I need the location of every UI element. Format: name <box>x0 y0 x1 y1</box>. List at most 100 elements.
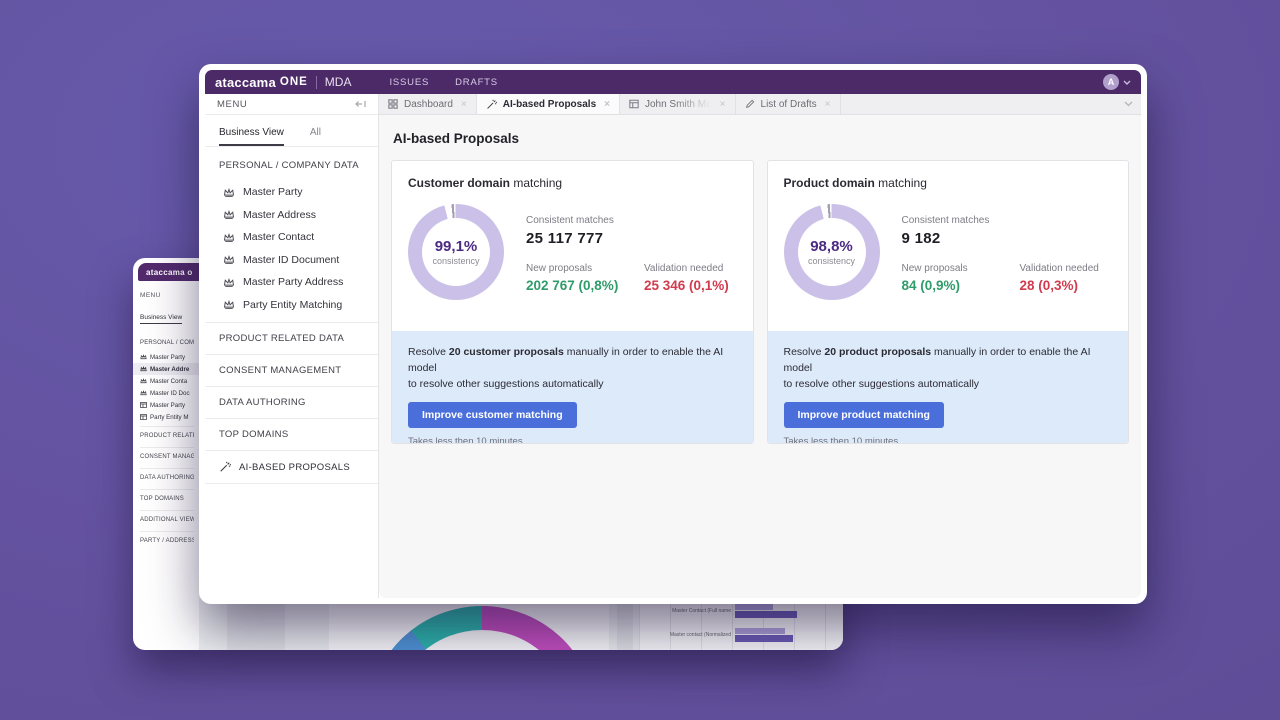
consistency-label: consistency <box>432 256 480 266</box>
validation-needed-label: Validation needed <box>1019 263 1099 274</box>
resolve-text: Resolve 20 product proposals manually in… <box>783 346 1091 390</box>
sidebar-item-master-address[interactable]: Master Address <box>205 204 378 227</box>
crown-icon <box>140 366 147 372</box>
collapse-sidebar-icon[interactable] <box>355 100 366 108</box>
background-dashboard-strip: Master Contact (Full name Master contact… <box>199 598 843 650</box>
grid-icon <box>388 99 398 109</box>
sidebar-item-ai-based-proposals[interactable]: AI-BASED PROPOSALS <box>205 450 378 484</box>
new-proposals-label: New proposals <box>901 263 968 274</box>
sidebar-section-consent-management[interactable]: CONSENT MANAGEMENT <box>205 354 378 386</box>
background-sidebar-item[interactable]: Master Conta <box>140 375 194 387</box>
bar-light <box>735 628 785 634</box>
crown-icon <box>223 187 235 197</box>
crown-icon <box>223 232 235 242</box>
validation-needed-value: 28 (0,3%) <box>1019 278 1079 293</box>
consistency-donut-chart: 98,8% consistency <box>783 204 880 300</box>
background-bar-chart: Master Contact (Full name Master contact… <box>639 598 843 650</box>
sidebar-item-master-contact[interactable]: Master Contact <box>205 226 378 249</box>
close-icon[interactable]: × <box>825 99 831 110</box>
background-sidebar-item[interactable]: Master ID Doc <box>140 387 194 399</box>
module-name: MDA <box>324 75 352 89</box>
close-icon[interactable]: × <box>461 99 467 110</box>
background-section[interactable]: PRODUCT RELATE <box>140 426 194 444</box>
crown-icon <box>223 210 235 219</box>
background-sidebar-item[interactable]: Master Party <box>140 399 194 411</box>
sidebar-section-data-authoring[interactable]: DATA AUTHORING <box>205 386 378 418</box>
tab-dashboard[interactable]: Dashboard × <box>379 94 477 114</box>
customer-domain-card: Customer domain matching 99,1% consisten… <box>391 160 754 444</box>
nav-drafts[interactable]: DRAFTS <box>455 77 498 88</box>
new-proposals-value: 202 767 (0,8%) <box>526 278 619 293</box>
sidebar-item-master-party-address[interactable]: Master Party Address <box>205 271 378 294</box>
sidebar-item-master-party[interactable]: Master Party <box>205 181 378 204</box>
crown-icon <box>223 277 235 287</box>
donut-arc <box>367 606 597 650</box>
bar-chart-label: Master Contact (Full name <box>672 608 731 614</box>
sidebar-section-top-domains[interactable]: TOP DOMAINS <box>205 418 378 450</box>
background-sidebar-item[interactable]: Master Party <box>140 351 194 363</box>
main-window: ataccama ONE MDA ISSUES DRAFTS A MENU Bu… <box>199 64 1147 604</box>
table-icon <box>629 99 639 109</box>
avatar[interactable]: A <box>1103 74 1119 90</box>
view-tab-business[interactable]: Business View <box>219 127 284 146</box>
new-proposals-label: New proposals <box>526 263 593 274</box>
background-section[interactable]: CONSENT MANAG <box>140 447 194 465</box>
sidebar-section-product-related-data[interactable]: PRODUCT RELATED DATA <box>205 322 378 354</box>
background-sidebar: MENU Business View PERSONAL / COMP Maste… <box>133 286 199 549</box>
app-nav: ISSUES DRAFTS <box>389 77 497 88</box>
sidebar-view-tabs: Business View All <box>205 115 378 147</box>
validation-needed-label: Validation needed <box>644 263 724 274</box>
background-logo: ataccama o <box>146 267 193 277</box>
consistent-matches-label: Consistent matches <box>901 215 990 226</box>
improve-product-matching-button[interactable]: Improve product matching <box>783 402 944 428</box>
content-area: AI-based Proposals Customer domain match… <box>379 115 1141 598</box>
background-donut-chart <box>329 598 609 650</box>
view-tab-all[interactable]: All <box>310 127 321 146</box>
background-section[interactable]: DATA AUTHORING <box>140 468 194 486</box>
background-tile <box>617 598 633 650</box>
tab-bar: Dashboard × AI-based Proposals × John Sm… <box>379 94 1141 115</box>
card-title: Customer domain matching <box>408 176 563 190</box>
menu-title: MENU <box>217 98 248 110</box>
new-proposals-value: 84 (0,9%) <box>901 278 961 293</box>
sidebar-item-master-id-document[interactable]: Master ID Document <box>205 249 378 272</box>
card-footer: Resolve 20 product proposals manually in… <box>767 331 1128 444</box>
consistency-label: consistency <box>807 256 856 266</box>
background-section[interactable]: ADDITIONAL VIEW <box>140 510 194 528</box>
close-icon[interactable]: × <box>720 99 726 110</box>
background-section[interactable]: PARTY / ADDRESS <box>140 531 194 549</box>
card-title: Product domain matching <box>783 176 927 190</box>
consistent-matches-label: Consistent matches <box>526 215 614 226</box>
consistency-percent: 98,8% <box>810 238 853 255</box>
header-user-menu[interactable]: A <box>1103 74 1131 90</box>
crown-icon <box>140 354 147 360</box>
nav-issues[interactable]: ISSUES <box>389 77 429 88</box>
tab-overflow-chevron-icon[interactable] <box>1124 94 1133 114</box>
bar-light <box>735 604 773 610</box>
background-section[interactable]: TOP DOMAINS <box>140 489 194 507</box>
sidebar-item-party-entity-matching[interactable]: Party Entity Matching <box>205 294 378 317</box>
tab-ai-based-proposals[interactable]: AI-based Proposals × <box>476 94 620 114</box>
background-view-tab[interactable]: Business View <box>140 314 183 324</box>
close-icon[interactable]: × <box>604 99 610 110</box>
bar-chart-label: Master contact (Normalized <box>669 632 731 638</box>
pencil-icon <box>745 99 755 109</box>
crown-icon <box>140 378 147 384</box>
tab-list-of-drafts[interactable]: List of Drafts × <box>736 94 841 114</box>
tab-john-smith[interactable]: John Smith Ma × <box>620 94 736 114</box>
wand-icon <box>486 99 497 110</box>
background-sidebar-item-active[interactable]: Master Addre <box>133 363 199 375</box>
wand-icon <box>219 461 231 473</box>
logo-divider <box>315 75 317 89</box>
background-menu-title: MENU <box>140 292 161 299</box>
page-title: AI-based Proposals <box>393 131 520 146</box>
chevron-down-icon[interactable] <box>1123 80 1131 85</box>
app-header: ataccama ONE MDA ISSUES DRAFTS A <box>205 70 1141 94</box>
improve-customer-matching-button[interactable]: Improve customer matching <box>408 402 577 428</box>
duration-note: Takes less then 10 minutes <box>783 436 899 444</box>
bar-dark <box>735 635 793 642</box>
background-sidebar-item[interactable]: Party Entity M <box>140 411 194 423</box>
crown-icon <box>223 255 235 264</box>
consistency-percent: 99,1% <box>434 238 478 255</box>
background-tile <box>227 598 285 650</box>
